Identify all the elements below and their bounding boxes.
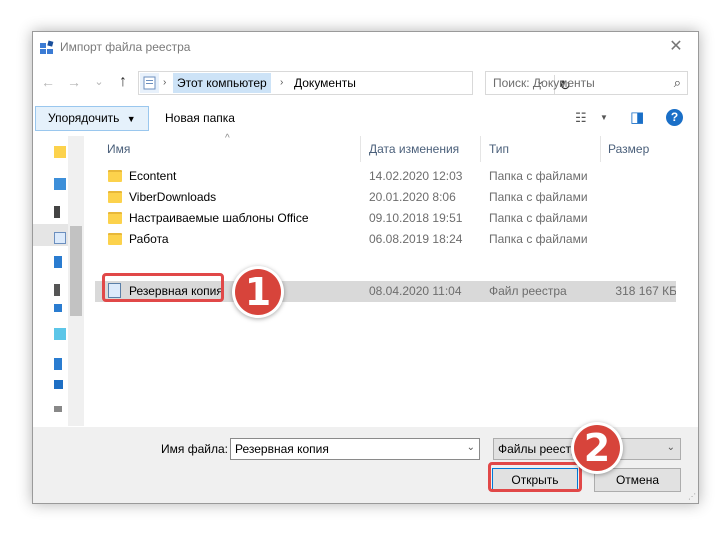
dialog-footer: Имя файла: Резервная копия ⌄ Файлы реест… [33,425,698,503]
preview-pane-icon[interactable]: ◨ [630,109,644,127]
breadcrumb-separator: › [163,77,167,88]
this-pc-icon[interactable] [54,178,66,190]
pictures-icon[interactable] [54,358,62,370]
drive-icon[interactable] [54,406,62,412]
list-item[interactable]: Настраиваемые шаблоны Office 09.10.2018 … [95,208,677,229]
windows-drive-icon[interactable] [54,380,63,389]
file-date: 20.01.2020 8:06 [369,190,456,204]
search-icon[interactable]: ⌕ [674,75,681,91]
organize-button[interactable]: Упорядочить ▼ [35,106,149,131]
filename-value: Резервная копия [235,442,329,456]
chevron-down-icon[interactable]: ⌄ [667,442,675,453]
downloads-icon[interactable] [54,256,62,268]
import-registry-dialog: Импорт файла реестра ✕ ← → ⌄ ↑ › Этот ко… [32,31,699,504]
file-type: Папка с файлами [489,211,588,225]
chevron-down-icon[interactable]: ⌄ [467,442,475,453]
filename-field[interactable]: Резервная копия ⌄ [230,438,480,460]
file-type: Файл реестра [489,284,567,298]
documents-icon[interactable] [54,232,66,244]
breadcrumb-separator[interactable]: › [280,73,283,93]
search-input[interactable]: Поиск: Документы ⌕ [485,71,688,95]
breadcrumb-this-pc[interactable]: Этот компьютер [173,73,271,93]
step-1-badge: 1 [235,269,281,315]
navigation-scrollbar-thumb[interactable] [70,226,82,316]
column-header-date[interactable]: Дата изменения [369,142,459,156]
filename-label: Имя файла: [161,442,228,456]
view-dropdown-icon[interactable]: ▼ [600,109,608,127]
objects-3d-icon[interactable] [54,328,66,340]
file-size: 318 167 КБ [615,284,677,298]
list-item[interactable]: ViberDownloads 20.01.2020 8:06 Папка с ф… [95,187,677,208]
cancel-button[interactable]: Отмена [594,468,681,492]
forward-button[interactable]: → [65,72,83,92]
new-folder-button[interactable]: Новая папка [163,106,237,131]
file-name: Econtent [129,169,177,183]
folder-icon [108,233,122,245]
file-type: Папка с файлами [489,232,588,246]
chevron-down-icon: ▼ [126,114,136,124]
column-header-size[interactable]: Размер [608,142,649,156]
column-divider[interactable] [600,136,601,162]
desktop-icon[interactable] [54,304,62,312]
videos-icon[interactable] [54,206,60,218]
file-date: 14.02.2020 12:03 [369,169,463,183]
filetype-value: Файлы реестра [498,442,585,456]
organize-label: Упорядочить [48,111,120,125]
quick-access-icon[interactable] [54,146,66,158]
resize-grip-icon[interactable]: ⋰ [688,492,696,501]
help-icon[interactable]: ? [666,109,683,126]
file-date: 08.04.2020 11:04 [369,284,462,298]
title-bar: Импорт файла реестра ✕ [33,32,698,62]
back-button[interactable]: ← [39,72,57,92]
list-item[interactable]: Econtent 14.02.2020 12:03 Папка с файлам… [95,166,677,187]
music-icon[interactable] [54,284,60,296]
list-item[interactable]: Работа 06.08.2019 18:24 Папка с файлами [95,229,677,250]
view-options-icon[interactable]: ☷ [575,109,587,127]
up-button[interactable]: ↑ [114,72,132,92]
file-name: ViberDownloads [129,190,217,204]
column-header-name[interactable]: Имя [107,142,130,156]
address-bar[interactable]: › Этот компьютер › Документы ⌄ ↻ [138,71,571,95]
column-header-type[interactable]: Тип [489,142,509,156]
file-list-scrollbar[interactable] [676,136,698,426]
file-date: 06.08.2019 18:24 [369,232,463,246]
location-icon [140,73,159,93]
file-type: Папка с файлами [489,169,588,183]
sort-indicator-icon: ^ [225,133,230,144]
command-toolbar: Упорядочить ▼ Новая папка ☷ ▼ ◨ ? [33,104,698,132]
file-name: Работа [129,232,169,246]
column-divider[interactable] [360,136,361,162]
folder-icon [108,170,122,182]
registry-editor-icon [40,40,54,54]
file-date: 09.10.2018 19:51 [369,211,463,225]
step-1-highlight [102,273,224,302]
file-list: ^ Имя Дата изменения Тип Размер Econtent… [95,133,698,426]
close-button[interactable]: ✕ [654,32,698,62]
search-placeholder: Поиск: Документы [493,76,595,90]
step-2-badge: 2 [574,425,620,471]
navigation-bar: ← → ⌄ ↑ › Этот компьютер › Документы ⌄ ↻… [33,68,698,98]
folder-icon [108,191,122,203]
step-2-highlight [488,462,582,492]
folder-icon [108,212,122,224]
file-type: Папка с файлами [489,190,588,204]
window-title: Импорт файла реестра [60,40,191,54]
recent-locations-button[interactable]: ⌄ [90,72,108,92]
breadcrumb-documents[interactable]: Документы [290,73,360,93]
navigation-pane [33,136,84,426]
file-name: Настраиваемые шаблоны Office [129,211,309,225]
column-divider[interactable] [480,136,481,162]
